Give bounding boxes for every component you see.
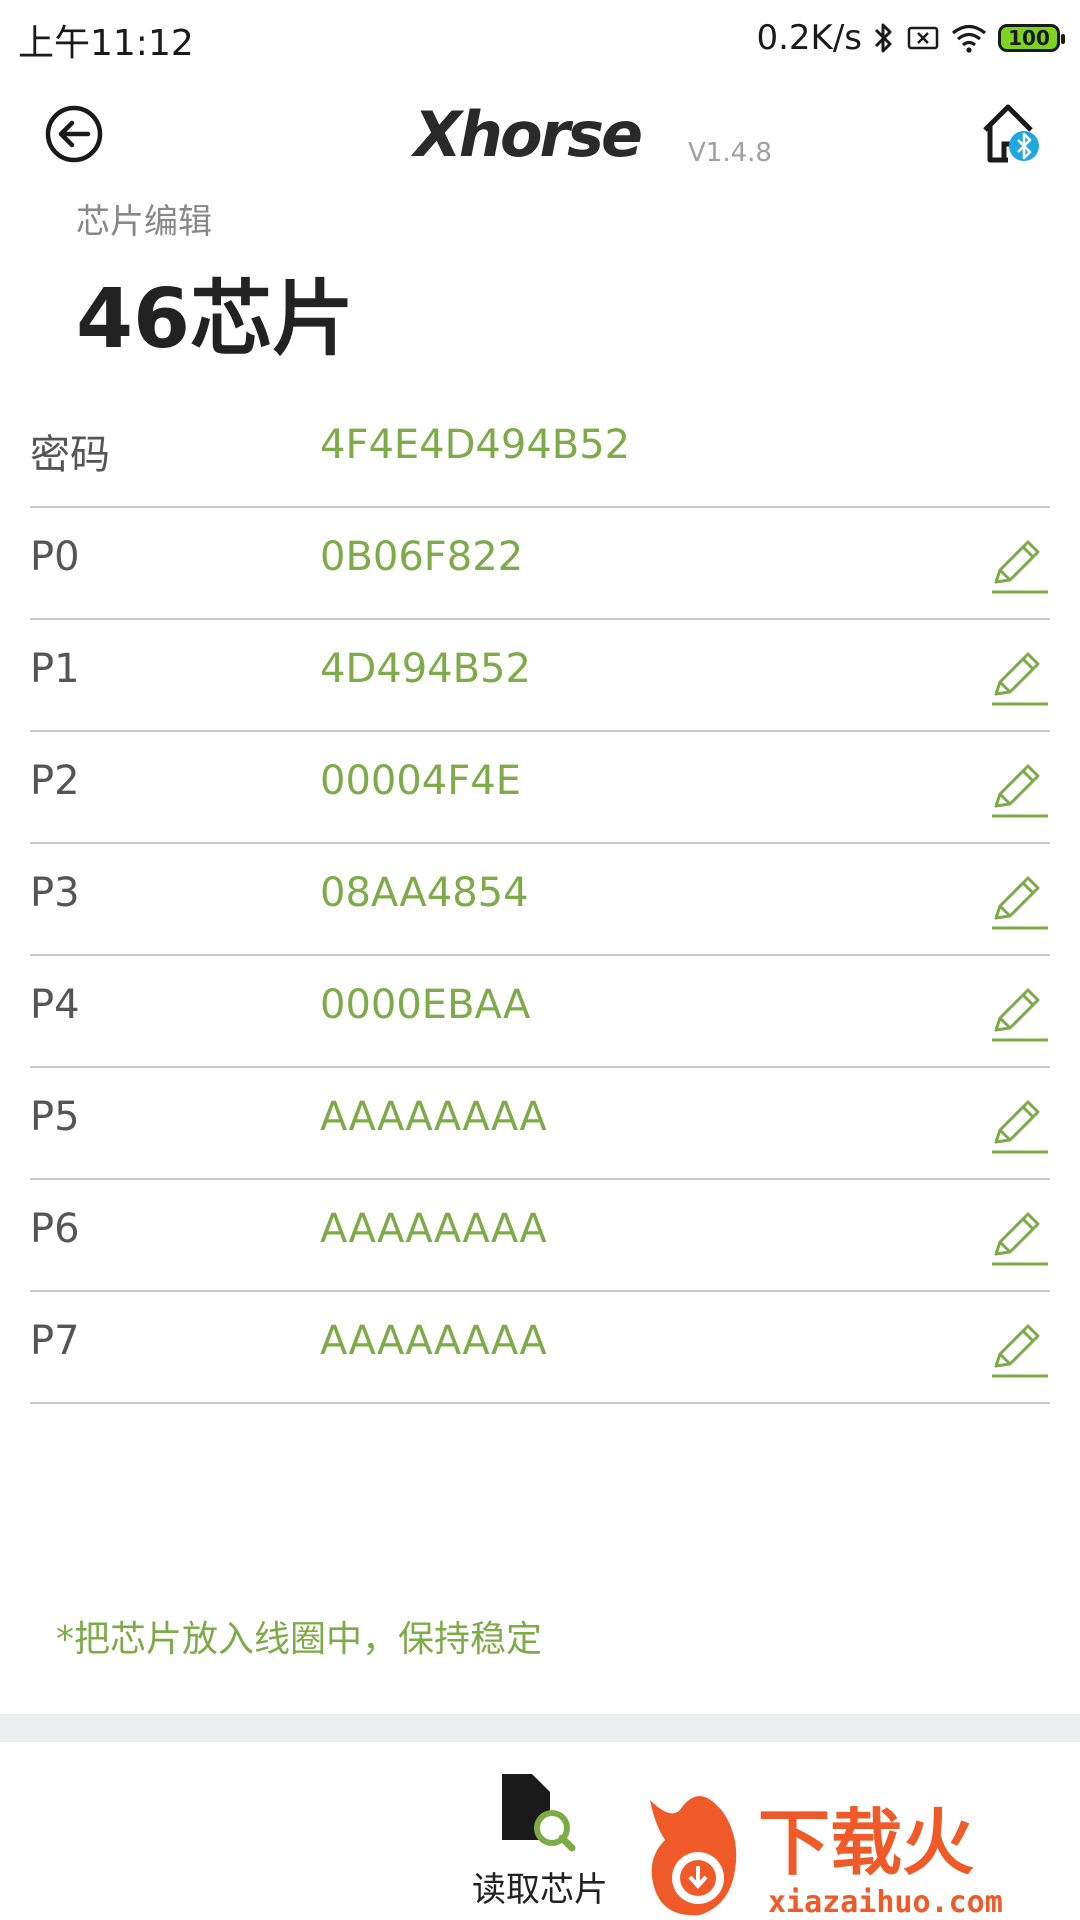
sim-off-icon <box>907 26 939 50</box>
edit-p7-button[interactable] <box>988 1318 1050 1380</box>
row-label: P6 <box>30 1206 80 1252</box>
chip-data-list: 密码 4F4E4D494B52 P0 0B06F822 P1 4D494B52 … <box>30 396 1050 1404</box>
svg-text:xiazaihuo.com: xiazaihuo.com <box>768 1885 1003 1920</box>
edit-p6-button[interactable] <box>988 1206 1050 1268</box>
home-bluetooth-icon <box>983 104 1039 163</box>
pencil-icon <box>992 764 1048 818</box>
row-p5: P5 AAAAAAAA <box>30 1068 1050 1180</box>
read-chip-button[interactable]: 读取芯片 <box>460 1762 620 1912</box>
chip-search-icon <box>502 1774 576 1852</box>
row-value: 08AA4854 <box>320 870 529 916</box>
row-p7: P7 AAAAAAAA <box>30 1292 1050 1404</box>
pencil-icon <box>992 1324 1048 1378</box>
watermark-logo: 下载火 xiazaihuo.com <box>650 1796 1003 1920</box>
row-p4: P4 0000EBAA <box>30 956 1050 1068</box>
edit-p3-button[interactable] <box>988 870 1050 932</box>
svg-text:Xhorse: Xhorse <box>410 98 641 170</box>
edit-p4-button[interactable] <box>988 982 1050 1044</box>
pencil-icon <box>992 540 1048 594</box>
home-bluetooth-button[interactable] <box>980 100 1042 166</box>
row-label: P7 <box>30 1318 80 1364</box>
row-value: 0000EBAA <box>320 982 531 1028</box>
battery-icon: 100 <box>998 24 1065 52</box>
row-p1: P1 4D494B52 <box>30 620 1050 732</box>
row-label: P5 <box>30 1094 80 1140</box>
read-chip-label: 读取芯片 <box>472 1870 608 1910</box>
wifi-icon <box>951 24 987 53</box>
status-icons: 0.2K/s 100 <box>756 14 1065 62</box>
row-label: 密码 <box>30 432 110 478</box>
row-label: P4 <box>30 982 80 1028</box>
row-p6: P6 AAAAAAAA <box>30 1180 1050 1292</box>
pencil-icon <box>992 652 1048 706</box>
pencil-icon <box>992 876 1048 930</box>
row-label: P3 <box>30 870 80 916</box>
edit-p1-button[interactable] <box>988 646 1050 708</box>
status-bar: 上午11:12 0.2K/s 100 <box>0 0 1080 76</box>
pencil-icon <box>992 1100 1048 1154</box>
back-button[interactable] <box>44 104 104 164</box>
row-p3: P3 08AA4854 <box>30 844 1050 956</box>
edit-p5-button[interactable] <box>988 1094 1050 1156</box>
bottom-divider <box>0 1714 1080 1742</box>
row-value: AAAAAAAA <box>320 1206 547 1252</box>
pencil-icon <box>992 1212 1048 1266</box>
row-label: P0 <box>30 534 80 580</box>
row-label: P2 <box>30 758 80 804</box>
row-password: 密码 4F4E4D494B52 <box>30 396 1050 508</box>
svg-text:下载火: 下载火 <box>758 1801 974 1885</box>
row-value: 4F4E4D494B52 <box>320 422 631 468</box>
row-value: AAAAAAAA <box>320 1318 547 1364</box>
row-value: AAAAAAAA <box>320 1094 547 1140</box>
xhorse-logo: Xhorse <box>410 98 644 170</box>
row-p2: P2 00004F4E <box>30 732 1050 844</box>
page-title: 46芯片 <box>76 272 355 367</box>
back-arrow-icon <box>45 105 103 163</box>
edit-p0-button[interactable] <box>988 534 1050 596</box>
app-version: V1.4.8 <box>688 138 772 168</box>
status-time: 上午11:12 <box>18 23 194 64</box>
breadcrumb: 芯片编辑 <box>76 202 212 242</box>
row-label: P1 <box>30 646 80 692</box>
bluetooth-icon <box>874 23 892 53</box>
row-value: 00004F4E <box>320 758 521 804</box>
edit-p2-button[interactable] <box>988 758 1050 820</box>
network-speed: 0.2K/s <box>756 18 862 58</box>
pencil-icon <box>992 988 1048 1042</box>
instruction-hint: *把芯片放入线圈中，保持稳定 <box>56 1619 543 1660</box>
row-value: 0B06F822 <box>320 534 524 580</box>
row-value: 4D494B52 <box>320 646 531 692</box>
row-p0: P0 0B06F822 <box>30 508 1050 620</box>
